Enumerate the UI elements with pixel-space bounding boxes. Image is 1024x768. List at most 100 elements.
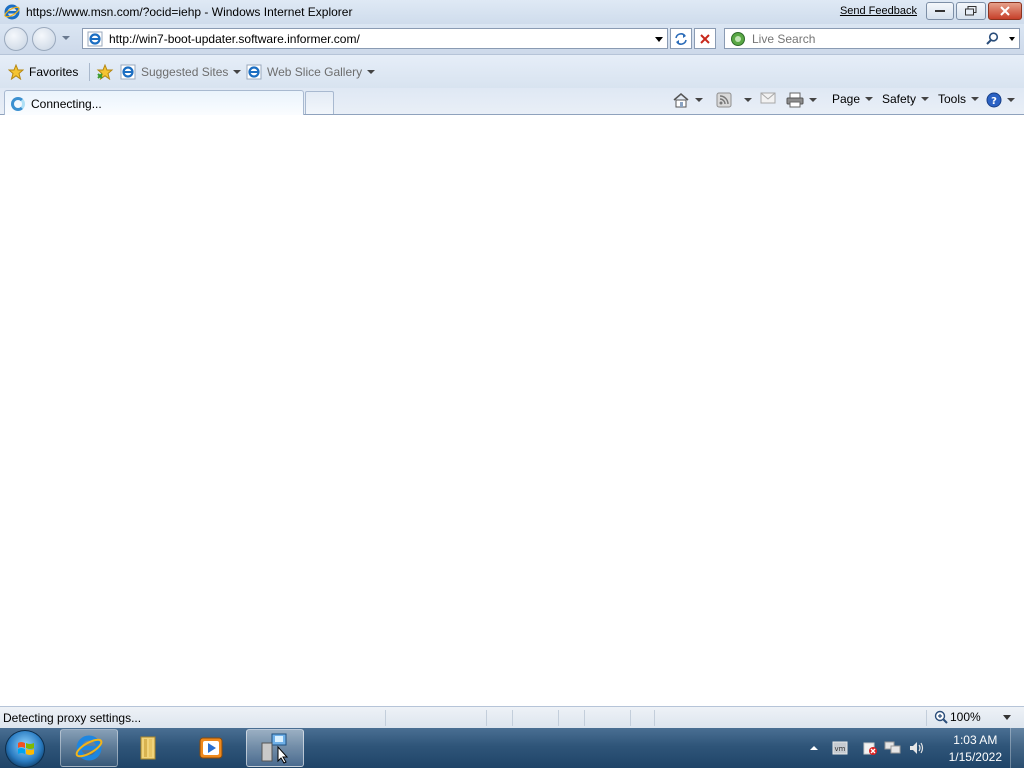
folder-icon [140, 736, 156, 760]
start-button[interactable] [5, 730, 45, 768]
search-input[interactable] [752, 31, 982, 46]
suggested-sites-button[interactable]: Suggested Sites [120, 64, 242, 80]
restore-icon [965, 6, 977, 16]
chevron-down-icon [865, 97, 874, 101]
taskbar-media-player[interactable] [182, 729, 240, 767]
minimize-icon [935, 10, 945, 12]
system-tray: vm [808, 728, 926, 768]
print-button[interactable] [786, 92, 817, 108]
send-feedback-link[interactable]: Send Feedback [840, 5, 917, 17]
clock-date: 1/15/2022 [948, 750, 1002, 764]
clock[interactable]: 1:03 AM 1/15/2022 [949, 732, 1002, 766]
restore-button[interactable] [956, 2, 986, 20]
taskbar-windows-explorer[interactable] [120, 729, 178, 767]
page-content-area[interactable] [0, 115, 1024, 706]
url-text[interactable]: http://win7-boot-updater.software.inform… [109, 32, 360, 46]
read-mail-button[interactable] [760, 92, 776, 104]
ie-page-icon [246, 64, 262, 80]
mail-icon [760, 92, 776, 104]
page-icon [87, 31, 103, 46]
chevron-down-icon[interactable] [1002, 714, 1011, 720]
status-divider [584, 710, 585, 726]
status-text: Detecting proxy settings... [3, 711, 142, 725]
close-window-button[interactable] [988, 2, 1022, 20]
favorites-label: Favorites [29, 65, 79, 79]
favorites-button[interactable]: Favorites [8, 64, 78, 80]
zoom-control[interactable]: 100% [934, 710, 1011, 724]
recent-pages-dropdown[interactable] [62, 36, 70, 40]
back-button[interactable] [4, 27, 28, 51]
chevron-down-icon [1007, 98, 1015, 102]
tab-label: Connecting... [31, 96, 102, 111]
search-options-dropdown[interactable] [1009, 37, 1015, 41]
search-icon[interactable] [986, 32, 999, 45]
forward-button[interactable] [32, 27, 56, 51]
safety-menu-label: Safety [882, 92, 917, 106]
close-icon [1000, 6, 1010, 16]
minimize-button[interactable] [926, 2, 954, 20]
home-icon [673, 93, 689, 108]
stop-icon [700, 33, 710, 44]
rss-feed-icon [716, 92, 732, 108]
status-bar: Detecting proxy settings... 100% [0, 706, 1024, 728]
help-icon: ? [986, 92, 1002, 108]
status-divider [558, 710, 559, 726]
status-divider [630, 710, 631, 726]
navigation-bar: http://win7-boot-updater.software.inform… [0, 24, 1024, 54]
chevron-down-icon [367, 70, 376, 74]
clock-time: 1:03 AM [953, 733, 998, 747]
star-icon [8, 64, 24, 80]
refresh-icon [675, 32, 687, 45]
application-with-cursor-icon [261, 733, 289, 764]
svg-text:?: ? [991, 96, 997, 107]
taskbar-internet-explorer[interactable] [60, 729, 118, 767]
page-menu[interactable]: Page [832, 92, 874, 106]
address-bar[interactable]: http://win7-boot-updater.software.inform… [82, 28, 668, 49]
internet-explorer-icon [75, 735, 103, 761]
refresh-button[interactable] [670, 28, 692, 49]
add-to-favorites-bar-button[interactable] [96, 64, 114, 80]
chevron-down-icon[interactable] [695, 98, 703, 102]
ie-page-icon [120, 64, 136, 80]
status-divider [926, 710, 927, 726]
loading-spinner-icon [11, 96, 25, 111]
title-bar: https://www.msn.com/?ocid=iehp - Windows… [0, 0, 1024, 24]
chevron-down-icon[interactable] [809, 98, 817, 102]
windows-logo-icon [18, 742, 34, 755]
tab-bar: Connecting... Page Safety Tools ? [0, 88, 1024, 116]
chevron-down-icon [971, 97, 980, 101]
new-tab-button[interactable] [305, 91, 334, 114]
favorites-separator [89, 63, 90, 81]
zoom-icon [934, 710, 948, 724]
volume-icon[interactable] [908, 740, 926, 756]
action-center-warning-icon[interactable] [862, 740, 878, 756]
taskbar-active-application[interactable] [246, 729, 304, 767]
safety-menu[interactable]: Safety [882, 92, 930, 106]
stop-button[interactable] [694, 28, 716, 49]
status-divider [654, 710, 655, 726]
live-search-icon [731, 31, 745, 46]
printer-icon [786, 92, 804, 108]
media-player-icon [199, 737, 223, 759]
suggested-sites-label: Suggested Sites [141, 65, 229, 79]
feeds-button[interactable] [716, 92, 752, 108]
window-title: https://www.msn.com/?ocid=iehp - Windows… [26, 5, 353, 19]
favorites-bar: Favorites Suggested Sites Web Slice Gall… [0, 54, 1024, 88]
help-menu[interactable]: ? [986, 92, 1015, 108]
tools-menu[interactable]: Tools [938, 92, 980, 106]
tab-connecting[interactable]: Connecting... [4, 90, 304, 116]
chevron-down-icon[interactable] [744, 98, 752, 102]
add-favorite-icon [96, 64, 114, 80]
web-slice-gallery-button[interactable]: Web Slice Gallery [246, 64, 376, 80]
vm-tools-icon[interactable]: vm [832, 741, 848, 755]
web-slice-gallery-label: Web Slice Gallery [267, 65, 363, 79]
show-desktop-button[interactable] [1010, 728, 1024, 768]
status-divider [512, 710, 513, 726]
address-dropdown-icon[interactable] [655, 37, 663, 42]
chevron-down-icon [921, 97, 930, 101]
home-button[interactable] [672, 92, 703, 108]
show-hidden-icons-icon[interactable] [808, 743, 820, 753]
taskbar: vm 1:03 AM 1/15/2022 [0, 728, 1024, 768]
search-box[interactable] [724, 28, 1020, 49]
network-icon[interactable] [884, 740, 902, 756]
